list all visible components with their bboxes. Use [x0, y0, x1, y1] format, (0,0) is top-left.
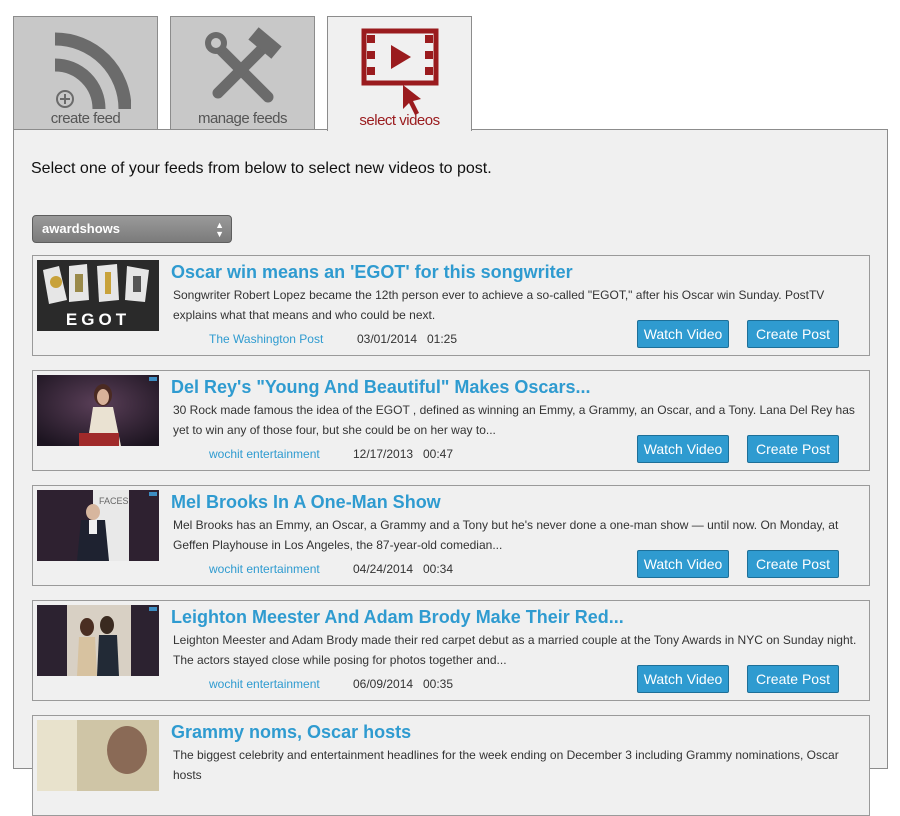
video-source[interactable]: wochit entertainment: [209, 562, 320, 576]
video-date: 06/09/2014: [353, 677, 414, 691]
thumb-caption: EGOT: [65, 310, 131, 329]
feed-select-value: awardshows: [42, 221, 121, 236]
tab-manage-feeds[interactable]: manage feeds: [170, 16, 315, 129]
video-item: EGOT Oscar win means an 'EGOT' for this …: [32, 255, 870, 356]
video-description: The biggest celebrity and entertainment …: [173, 748, 839, 782]
video-duration: 00:35: [423, 677, 454, 691]
video-description: 30 Rock made famous the idea of the EGOT…: [173, 403, 855, 437]
video-duration: 01:25: [427, 332, 458, 346]
select-arrows-icon: ▲ ▼: [215, 220, 224, 239]
tab-create-feed[interactable]: create feed: [13, 16, 158, 129]
video-description: Mel Brooks has an Emmy, an Oscar, a Gram…: [173, 518, 839, 552]
create-post-button[interactable]: Create Post: [747, 665, 839, 693]
video-title[interactable]: Del Rey's "Young And Beautiful" Makes Os…: [171, 377, 590, 398]
create-post-button[interactable]: Create Post: [747, 435, 839, 463]
intro-text: Select one of your feeds from below to s…: [31, 160, 492, 177]
video-source[interactable]: wochit entertainment: [209, 447, 320, 461]
video-thumbnail[interactable]: [37, 605, 159, 676]
watch-video-button[interactable]: Watch Video: [637, 435, 729, 463]
video-thumbnail[interactable]: [37, 375, 159, 446]
video-description: Leighton Meester and Adam Brody made the…: [173, 633, 857, 667]
video-title[interactable]: Grammy noms, Oscar hosts: [171, 722, 411, 743]
video-duration: 00:34: [423, 562, 454, 576]
rss-plus-icon: [54, 32, 131, 110]
create-post-button[interactable]: Create Post: [747, 550, 839, 578]
video-thumbnail[interactable]: [37, 720, 159, 791]
watch-video-button[interactable]: Watch Video: [637, 665, 729, 693]
video-date: 03/01/2014: [357, 332, 418, 346]
tab-label: create feed: [50, 110, 121, 127]
video-title[interactable]: Leighton Meester And Adam Brody Make The…: [171, 607, 624, 628]
video-item: Grammy noms, Oscar hosts The biggest cel…: [32, 715, 870, 816]
video-item: FACES Mel Brooks In A One-Man Show Mel B…: [32, 485, 870, 586]
tab-select-videos[interactable]: select videos: [327, 16, 472, 131]
feed-select[interactable]: awardshows ▲ ▼: [32, 215, 232, 243]
video-duration: 00:47: [423, 447, 454, 461]
create-post-button[interactable]: Create Post: [747, 320, 839, 348]
video-select-panel: Select one of your feeds from below to s…: [13, 129, 888, 816]
watch-video-button[interactable]: Watch Video: [637, 320, 729, 348]
video-select-icon: [361, 28, 438, 115]
tab-label: select videos: [359, 112, 440, 129]
video-date: 12/17/2013: [353, 447, 414, 461]
tab-label: manage feeds: [197, 110, 288, 127]
video-item: Del Rey's "Young And Beautiful" Makes Os…: [32, 370, 870, 471]
tools-icon: [204, 27, 282, 103]
watch-video-button[interactable]: Watch Video: [637, 550, 729, 578]
svg-text:FACES: FACES: [99, 496, 129, 506]
video-source[interactable]: wochit entertainment: [209, 677, 320, 691]
video-date: 04/24/2014: [353, 562, 414, 576]
tab-bar: create feed manage feeds select videos: [0, 0, 900, 131]
video-source[interactable]: The Washington Post: [209, 332, 323, 346]
video-thumbnail[interactable]: FACES: [37, 490, 159, 561]
video-item: Leighton Meester And Adam Brody Make The…: [32, 600, 870, 701]
video-description: Songwriter Robert Lopez became the 12th …: [173, 288, 825, 322]
video-thumbnail[interactable]: EGOT: [37, 260, 159, 331]
video-title[interactable]: Oscar win means an 'EGOT' for this songw…: [171, 262, 573, 283]
video-title[interactable]: Mel Brooks In A One-Man Show: [171, 492, 441, 513]
